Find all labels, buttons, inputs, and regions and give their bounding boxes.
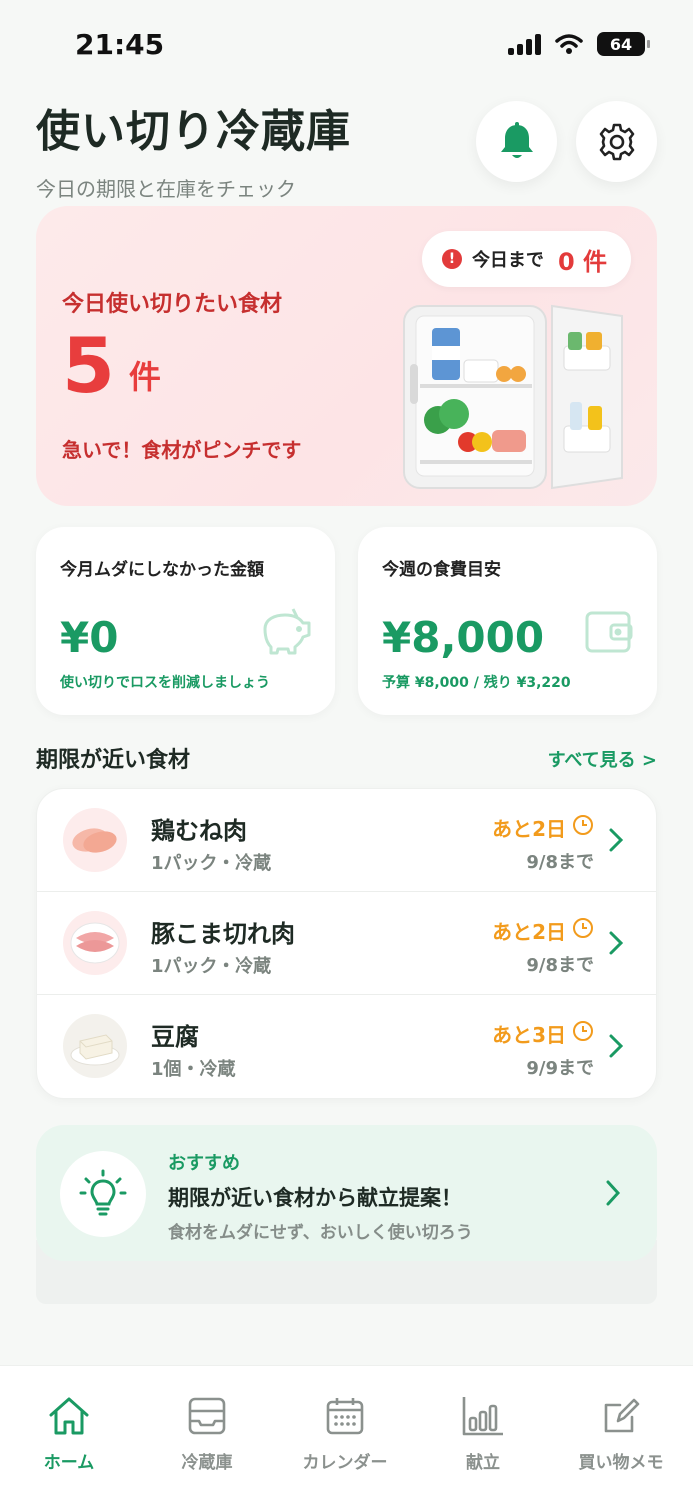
piggy-bank-icon bbox=[263, 608, 311, 655]
food-meta: 1パック・冷蔵 bbox=[151, 956, 272, 977]
recommend-description: 食材をムダにせず、おいしく使い切ろう bbox=[168, 1223, 473, 1243]
pork-thumbnail bbox=[63, 911, 127, 975]
chevron-right-icon bbox=[606, 1180, 621, 1206]
list-item[interactable]: 鶏むね肉 1パック・冷蔵 あと2日 9/8まで bbox=[37, 789, 656, 892]
saved-amount-card[interactable]: 今月ムダにしなかった金額 ¥0 使い切りでロスを削減しましょう bbox=[36, 527, 335, 715]
tab-fridge[interactable]: 冷蔵庫 bbox=[138, 1392, 276, 1473]
page-header: 使い切り冷蔵庫 今日の期限と在庫をチェック bbox=[36, 95, 351, 202]
food-name: 豚こま切れ肉 bbox=[151, 920, 295, 948]
chevron-right-icon bbox=[609, 828, 624, 852]
clock-icon bbox=[573, 918, 593, 938]
tab-label: 献立 bbox=[466, 1453, 500, 1473]
expiring-food-list: 鶏むね肉 1パック・冷蔵 あと2日 9/8まで 豚こま切れ肉 1パック・冷蔵 あ… bbox=[36, 788, 657, 1099]
tab-home[interactable]: ホーム bbox=[0, 1392, 138, 1473]
tab-label: 冷蔵庫 bbox=[181, 1453, 233, 1473]
hero-count-group: 5 件 bbox=[62, 328, 161, 404]
signal-icon bbox=[508, 33, 541, 55]
tab-label: カレンダー bbox=[302, 1453, 388, 1473]
weekly-budget-value: ¥8,000 bbox=[382, 613, 545, 662]
weekly-budget-label: 今週の食費目安 bbox=[382, 560, 501, 580]
recommend-kicker: おすすめ bbox=[168, 1153, 240, 1174]
page-title: 使い切り冷蔵庫 bbox=[36, 106, 351, 157]
chevron-right-icon bbox=[609, 1034, 624, 1058]
today-use-up-card[interactable]: ! 今日まで 0 件 今日使い切りたい食材 5 件 急いで！食材がピンチです bbox=[36, 206, 657, 506]
expiry-date: 9/9まで bbox=[526, 1058, 594, 1079]
clock-icon bbox=[573, 1021, 593, 1041]
bell-icon bbox=[500, 121, 533, 158]
wallet-icon bbox=[585, 611, 633, 653]
settings-button[interactable] bbox=[576, 101, 657, 182]
weekly-budget-note: 予算 ¥8,000 / 残り ¥3,220 bbox=[382, 675, 571, 691]
sliced-pork-icon bbox=[70, 922, 120, 964]
home-icon bbox=[49, 1397, 89, 1435]
gear-icon bbox=[599, 123, 634, 160]
fridge-icon bbox=[188, 1397, 226, 1435]
tab-menu-plan[interactable]: 献立 bbox=[414, 1392, 552, 1473]
days-left: あと2日 bbox=[492, 817, 566, 841]
tab-label: ホーム bbox=[43, 1453, 95, 1473]
alert-icon: ! bbox=[441, 249, 462, 269]
list-item[interactable]: 豚こま切れ肉 1パック・冷蔵 あと2日 9/8まで bbox=[37, 892, 656, 995]
hero-title: 今日使い切りたい食材 bbox=[62, 292, 283, 317]
notification-button[interactable] bbox=[476, 101, 557, 182]
lightbulb-icon-wrap bbox=[60, 1151, 146, 1237]
days-left: あと3日 bbox=[492, 1023, 566, 1047]
wifi-icon bbox=[555, 34, 583, 54]
food-meta: 1個・冷蔵 bbox=[151, 1059, 236, 1080]
battery-icon: 64 bbox=[597, 32, 650, 56]
memo-icon bbox=[604, 1398, 640, 1433]
fridge-illustration bbox=[403, 304, 623, 490]
expiry-date: 9/8まで bbox=[526, 955, 594, 976]
saved-amount-label: 今月ムダにしなかった金額 bbox=[60, 560, 264, 580]
page-subtitle: 今日の期限と在庫をチェック bbox=[36, 177, 296, 201]
expiry-date: 9/8まで bbox=[526, 852, 594, 873]
saved-amount-value: ¥0 bbox=[60, 613, 119, 662]
tab-calendar[interactable]: カレンダー bbox=[276, 1392, 414, 1473]
chicken-breast-icon bbox=[72, 828, 117, 853]
weekly-budget-card[interactable]: 今週の食費目安 ¥8,000 予算 ¥8,000 / 残り ¥3,220 bbox=[358, 527, 657, 715]
hero-count: 5 bbox=[62, 321, 115, 410]
see-all-link[interactable]: すべて見る > bbox=[548, 746, 657, 772]
chicken-breast-thumbnail bbox=[63, 808, 127, 872]
today-deadline-badge: ! 今日まで 0 件 bbox=[421, 231, 631, 287]
food-name: 豆腐 bbox=[151, 1023, 199, 1051]
saved-amount-note: 使い切りでロスを削減しましょう bbox=[60, 675, 270, 691]
badge-label: 今日まで bbox=[471, 250, 544, 271]
expiring-section-title: 期限が近い食材 bbox=[36, 748, 191, 773]
clock-icon bbox=[573, 815, 593, 835]
days-left: あと2日 bbox=[492, 920, 566, 944]
recipe-suggestion-card[interactable]: おすすめ 期限が近い食材から献立提案！ 食材をムダにせず、おいしく使い切ろう bbox=[36, 1125, 657, 1261]
hero-unit: 件 bbox=[128, 358, 161, 396]
status-time: 21:45 bbox=[75, 28, 165, 61]
bar-chart-icon bbox=[462, 1397, 503, 1436]
calendar-icon bbox=[326, 1398, 364, 1435]
list-item[interactable]: 豆腐 1個・冷蔵 あと3日 9/9まで bbox=[37, 995, 656, 1098]
bottom-tab-bar: ホーム 冷蔵庫 カレンダー 献立 買い物メモ bbox=[0, 1365, 693, 1500]
status-bar: 21:45 64 bbox=[0, 0, 693, 90]
status-icons: 64 bbox=[508, 32, 650, 56]
badge-count: 0 件 bbox=[557, 247, 607, 276]
expiring-section-header: 期限が近い食材 すべて見る > bbox=[36, 742, 657, 776]
food-meta: 1パック・冷蔵 bbox=[151, 853, 272, 874]
chevron-right-icon bbox=[609, 931, 624, 955]
tofu-icon bbox=[70, 1034, 120, 1066]
tab-label: 買い物メモ bbox=[578, 1453, 664, 1473]
lightbulb-icon bbox=[79, 1169, 127, 1216]
recommend-title: 期限が近い食材から献立提案！ bbox=[168, 1186, 462, 1210]
hero-note: 急いで！食材がピンチです bbox=[62, 438, 302, 462]
food-name: 鶏むね肉 bbox=[151, 817, 247, 845]
tab-shopping-memo[interactable]: 買い物メモ bbox=[552, 1392, 690, 1473]
tofu-thumbnail bbox=[63, 1014, 127, 1078]
